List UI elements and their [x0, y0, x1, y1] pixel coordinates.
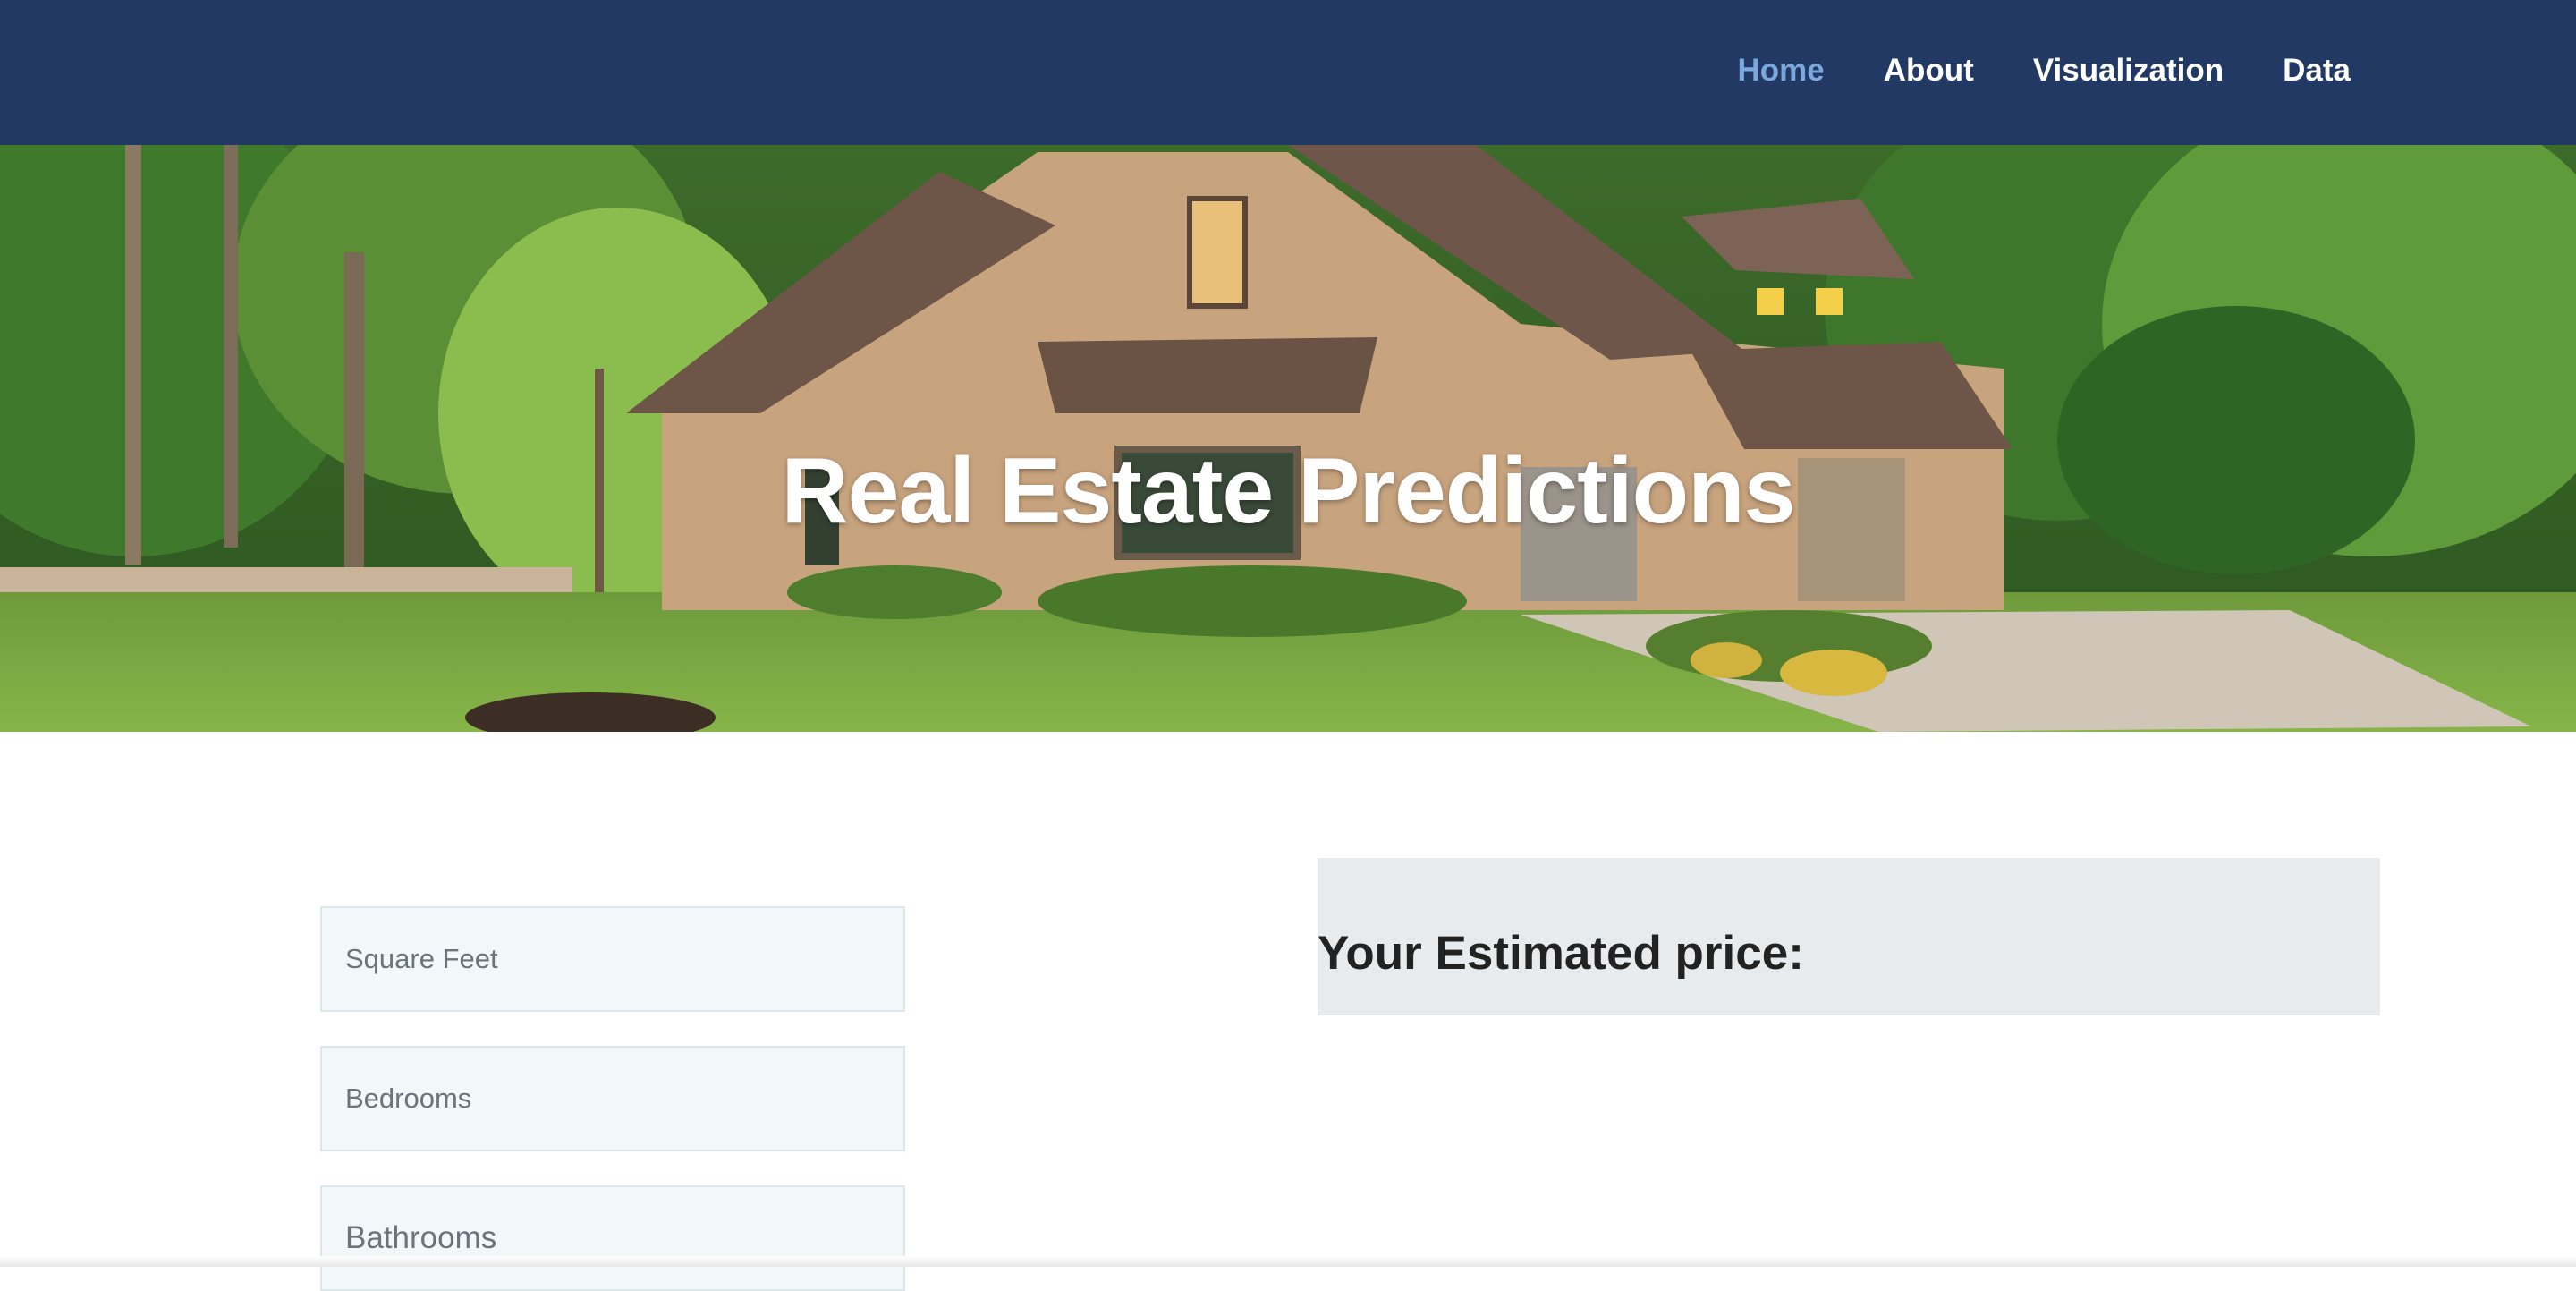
nav-link-visualization[interactable]: Visualization	[2033, 53, 2224, 89]
bedrooms-input[interactable]	[320, 1046, 905, 1151]
page-bottom-edge	[0, 1256, 2576, 1267]
nav-link-home[interactable]: Home	[1737, 53, 1824, 89]
hero-title: Real Estate Predictions	[781, 438, 1796, 543]
nav-link-about[interactable]: About	[1884, 53, 1974, 89]
estimated-price-title: Your Estimated price:	[1318, 927, 1804, 980]
estimated-price-panel: Your Estimated price:	[1318, 858, 2380, 1015]
nav-link-data[interactable]: Data	[2283, 53, 2351, 89]
bathrooms-input[interactable]	[320, 1185, 905, 1291]
square-feet-input[interactable]	[320, 906, 905, 1012]
navbar: Home About Visualization Data	[0, 0, 2576, 145]
nav-links: Home About Visualization Data	[1678, 0, 2351, 141]
hero-banner: Real Estate Predictions	[0, 145, 2576, 732]
